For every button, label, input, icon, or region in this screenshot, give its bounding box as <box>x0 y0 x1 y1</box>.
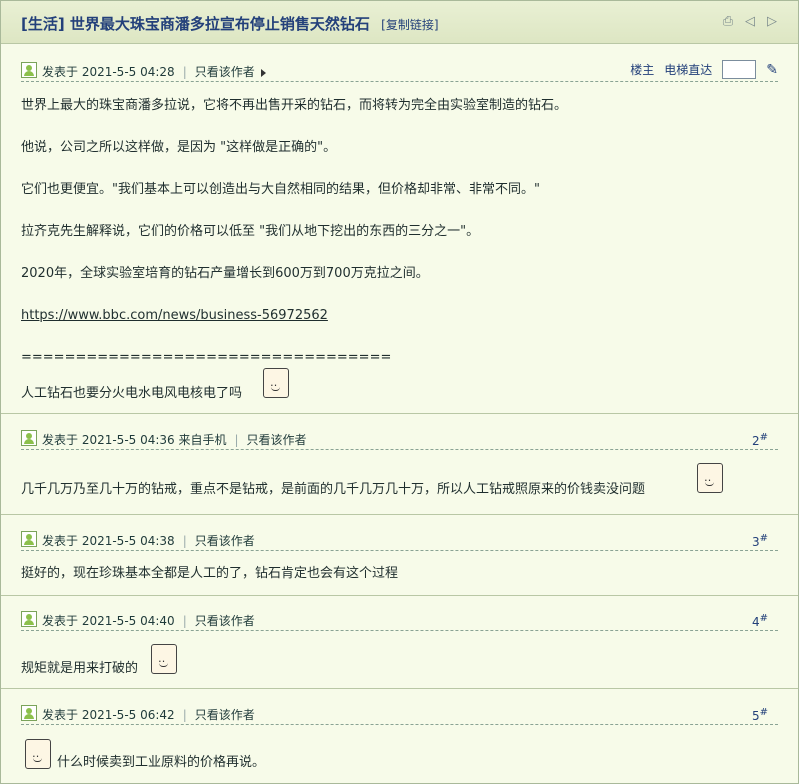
floor-tools: 楼主 电梯直达 ✎ <box>630 60 778 79</box>
thread-tools: ⎙ ◁ ▷ <box>720 14 780 30</box>
post-time: 发表于 2021-5-5 04:38 <box>42 534 175 548</box>
post-time: 发表于 2021-5-5 04:36 来自手机 <box>42 433 227 447</box>
triangle-right-icon[interactable] <box>260 68 266 77</box>
post-meta: 发表于 2021-5-5 06:42 | 只看该作者 <box>42 708 255 722</box>
floor-number[interactable]: 4# <box>752 613 768 629</box>
post-line: 拉齐克先生解释说，它们的价格可以低至 "我们从地下挖出的东西的三分之一"。 <box>21 224 480 239</box>
floor-number[interactable]: 5# <box>752 707 768 723</box>
post-time: 发表于 2021-5-5 06:42 <box>42 708 175 722</box>
post-content: 世界上最大的珠宝商潘多拉说，它将不再出售开采的钻石，而将转为完全由实验室制造的钻… <box>21 96 778 416</box>
only-author-link[interactable]: 只看该作者 <box>247 433 307 447</box>
thread-title-bar: [生活] 世界最大珠宝商潘多拉宣布停止销售天然钻石 [复制链接] ⎙ ◁ ▷ <box>1 1 798 44</box>
post-line: 2020年，全球实验室培育的钻石产量增长到600万到700万克拉之间。 <box>21 266 429 281</box>
post-line: 挺好的，现在珍珠基本全都是人工的了，钻石肯定也会有这个过程 <box>21 566 399 581</box>
jump-label: 电梯直达 <box>664 63 713 77</box>
post-header: 发表于 2021-5-5 04:28 | 只看该作者 楼主 电梯直达 ✎ <box>21 56 778 82</box>
thread-title-wrap: [生活] 世界最大珠宝商潘多拉宣布停止销售天然钻石 [复制链接] <box>21 13 439 34</box>
emoticon-icon <box>697 463 723 493</box>
post-time: 发表于 2021-5-5 04:28 <box>42 65 175 79</box>
post-5: 发表于 2021-5-5 06:42|只看该作者 5# 什么时候卖到工业原料的价… <box>1 689 798 784</box>
post-header: 发表于 2021-5-5 04:40 | 只看该作者 4# <box>21 605 778 631</box>
post-line: 规矩就是用来打破的 <box>21 661 139 676</box>
post-3: 发表于 2021-5-5 04:38 | 只看该作者 3# 挺好的，现在珍珠基本全都… <box>1 515 798 596</box>
forum-thread: [生活] 世界最大珠宝商潘多拉宣布停止销售天然钻石 [复制链接] ⎙ ◁ ▷ 发… <box>0 0 799 784</box>
post-line: 他说，公司之所以这样做，是因为 "这样做是正确的"。 <box>21 140 337 155</box>
user-icon[interactable] <box>21 531 37 547</box>
only-author-link[interactable]: 只看该作者 <box>195 614 255 628</box>
thread-title: [生活] 世界最大珠宝商潘多拉宣布停止销售天然钻石 <box>21 15 370 33</box>
floor-number[interactable]: 2# <box>752 432 768 448</box>
emoticon-icon <box>25 739 51 769</box>
post-header: 发表于 2021-5-5 04:38 | 只看该作者 3# <box>21 525 778 551</box>
post-1: 发表于 2021-5-5 04:28 | 只看该作者 楼主 电梯直达 ✎ 世界上最大… <box>1 44 798 414</box>
op-label[interactable]: 楼主 <box>630 61 654 78</box>
only-author-link[interactable]: 只看该作者 <box>195 534 255 548</box>
post-time: 发表于 2021-5-5 04:40 <box>42 614 175 628</box>
copy-link-button[interactable]: [复制链接] <box>381 18 438 32</box>
pen-icon[interactable]: ✎ <box>766 62 778 78</box>
post-line: 人工钻石也要分火电水电风电核电了吗 <box>21 386 243 401</box>
post-4: 发表于 2021-5-5 04:40 | 只看该作者 4# 规矩就是用来打破的 <box>1 596 798 689</box>
user-icon[interactable] <box>21 611 37 627</box>
user-icon[interactable] <box>21 430 37 446</box>
only-author-link[interactable]: 只看该作者 <box>195 65 255 79</box>
floor-jump-input[interactable] <box>722 60 757 79</box>
post-line: 什么时候卖到工业原料的价格再说。 <box>57 755 266 770</box>
post-line: ================================== <box>21 350 392 365</box>
only-author-link[interactable]: 只看该作者 <box>195 708 255 722</box>
post-header: 发表于 2021-5-5 04:36 来自手机 | 只看该作者 2# <box>21 424 778 450</box>
print-icon[interactable]: ⎙ <box>720 14 736 30</box>
prev-thread-icon[interactable]: ◁ <box>742 14 758 30</box>
post-2: 发表于 2021-5-5 04:36 来自手机 | 只看该作者 2# 几千几万乃至几… <box>1 414 798 515</box>
next-thread-icon[interactable]: ▷ <box>764 14 780 30</box>
post-meta: 发表于 2021-5-5 04:28 | 只看该作者 <box>42 63 266 80</box>
post-header: 发表于 2021-5-5 06:42 | 只看该作者 5# <box>21 699 778 725</box>
floor-number[interactable]: 3# <box>752 533 768 549</box>
post-meta: 发表于 2021-5-5 04:38 | 只看该作者 <box>42 534 255 548</box>
post-line: 几千几万乃至几十万的钻戒，重点不是钻戒，是前面的几千几万几十万，所以人工钻戒照原… <box>21 482 646 497</box>
post-meta: 发表于 2021-5-5 04:36 来自手机 | 只看该作者 <box>42 433 307 447</box>
post-meta: 发表于 2021-5-5 04:40 | 只看该作者 <box>42 614 255 628</box>
emoticon-icon <box>151 644 177 674</box>
post-line: 世界上最大的珠宝商潘多拉说，它将不再出售开采的钻石，而将转为完全由实验室制造的钻… <box>21 98 568 113</box>
bbc-news-link[interactable]: https://www.bbc.com/news/business-569725… <box>21 308 328 323</box>
emoticon-icon <box>263 368 289 398</box>
user-icon[interactable] <box>21 62 37 78</box>
user-icon[interactable] <box>21 705 37 721</box>
post-link: https://www.bbc.com/news/business-569725… <box>21 306 328 326</box>
post-line: 它们也更便宜。"我们基本上可以创造出与大自然相同的结果，但价格却非常、非常不同。… <box>21 182 540 197</box>
